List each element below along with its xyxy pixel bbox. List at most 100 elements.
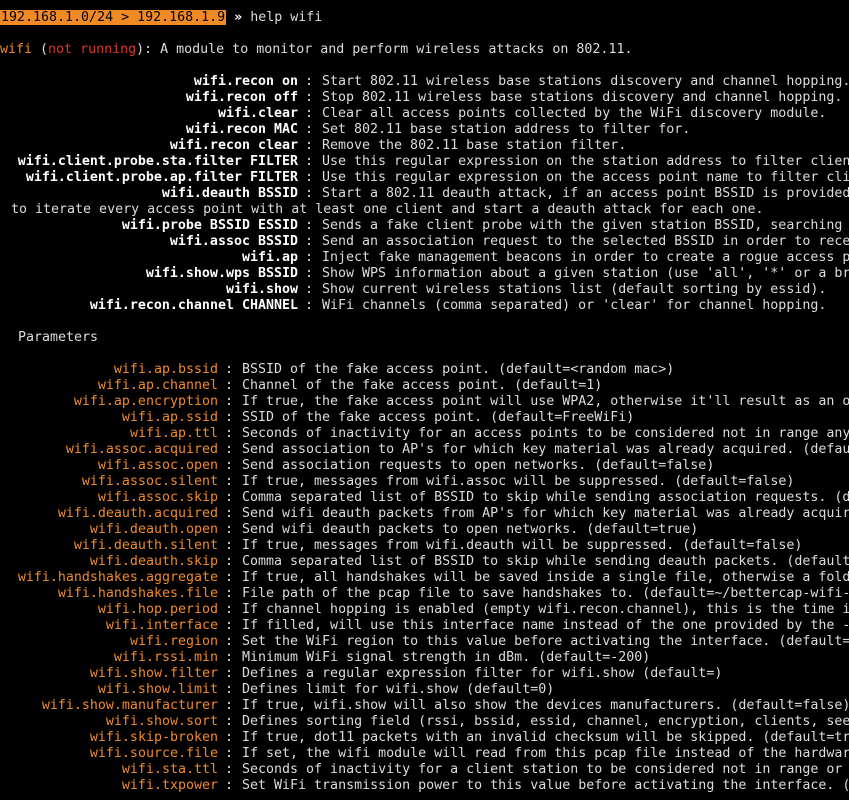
command-description: Use this regular expression on the stati…	[322, 154, 849, 169]
prompt-subnet-badge: 192.168.1.0/24 > 192.168.1.9	[0, 10, 227, 25]
parameter-row: wifi.show.filter: Defines a regular expre…	[0, 666, 849, 682]
parameter-row: wifi.ap.ttl: Seconds of inactivity for an…	[0, 426, 849, 442]
parameter-separator: :	[225, 570, 234, 585]
parameter-separator: :	[225, 538, 234, 553]
parameter-separator: :	[225, 586, 234, 601]
command-separator: :	[305, 154, 314, 169]
command-separator: :	[305, 282, 314, 297]
parameter-row: wifi.assoc.silent: If true, messages from…	[0, 474, 849, 490]
terminal-window[interactable]: 192.168.1.0/24 > 192.168.1.9 » help wifi…	[0, 0, 849, 800]
command-description: Set 802.11 base station address to filte…	[322, 122, 691, 137]
parameter-description: Send wifi deauth packets from AP's for w…	[242, 506, 849, 521]
parameter-description: Defines a regular expression filter for …	[242, 666, 723, 681]
parameter-row: wifi.assoc.skip: Comma separated list of …	[0, 490, 849, 506]
command-description: Start 802.11 wireless base stations disc…	[322, 74, 849, 89]
parameter-name: wifi.deauth.skip	[89, 554, 218, 569]
parameter-description: Defines sorting field (rssi, bssid, essi…	[242, 714, 849, 729]
parameter-name: wifi.ap.ttl	[129, 426, 218, 441]
parameter-row: wifi.assoc.open: Send association request…	[0, 458, 849, 474]
parameter-name: wifi.show.manufacturer	[41, 698, 218, 713]
command-separator: :	[305, 170, 314, 185]
parameter-row: wifi.assoc.acquired: Send association to …	[0, 442, 849, 458]
command-row: wifi.show.wps BSSID: Show WPS information…	[0, 266, 849, 282]
command-separator: :	[305, 218, 314, 233]
parameter-name: wifi.rssi.min	[113, 650, 218, 665]
command-name: wifi.assoc BSSID	[169, 234, 298, 249]
command-row: wifi.show: Show current wireless stations…	[0, 282, 849, 298]
parameter-description: Comma separated list of BSSID to skip wh…	[242, 490, 849, 505]
parameter-row: wifi.deauth.skip: Comma separated list of…	[0, 554, 849, 570]
command-description: Sends a fake client probe with the given…	[322, 218, 843, 233]
parameter-description: If true, messages from wifi.deauth will …	[242, 538, 803, 553]
parameter-description: Seconds of inactivity for an access poin…	[242, 426, 849, 441]
prompt-command: help wifi	[250, 10, 323, 25]
parameter-row: wifi.handshakes.aggregate: If true, all h…	[0, 570, 849, 586]
parameter-name: wifi.txpower	[121, 778, 218, 793]
parameter-name: wifi.deauth.open	[89, 522, 218, 537]
parameter-separator: :	[225, 618, 234, 633]
parameter-description: If true, wifi.show will also show the de…	[242, 698, 849, 713]
parameter-description: If set, the wifi module will read from t…	[242, 746, 849, 761]
command-separator: :	[305, 234, 314, 249]
parameter-name: wifi.assoc.acquired	[65, 442, 218, 457]
parameter-row: wifi.show.sort: Defines sorting field (rs…	[0, 714, 849, 730]
command-row: wifi.client.probe.sta.filter FILTER: Use …	[0, 154, 849, 170]
parameter-row: wifi.ap.encryption: If true, the fake acc…	[0, 394, 849, 410]
command-description: Show WPS information about a given stati…	[322, 266, 849, 281]
command-separator: :	[305, 106, 314, 121]
parameter-separator: :	[225, 426, 234, 441]
parameter-name: wifi.assoc.silent	[81, 474, 218, 489]
parameter-separator: :	[225, 362, 234, 377]
parameter-separator: :	[225, 554, 234, 569]
parameter-row: wifi.rssi.min: Minimum WiFi signal streng…	[0, 650, 849, 666]
prompt-arrow: »	[226, 10, 251, 25]
command-name: wifi.recon.channel CHANNEL	[89, 298, 298, 313]
command-description: Clear all access points collected by the…	[322, 106, 827, 121]
command-row: wifi.recon on: Start 802.11 wireless base…	[0, 74, 849, 90]
parameter-name: wifi.ap.bssid	[113, 362, 218, 377]
parameter-separator: :	[225, 522, 234, 537]
module-description: : A module to monitor and perform wirele…	[144, 42, 633, 57]
command-name: wifi.recon on	[193, 74, 298, 89]
command-description: Send an association request to the selec…	[322, 234, 849, 249]
module-status-line: wifi (not running): A module to monitor …	[0, 42, 633, 57]
parameter-row: wifi.show.manufacturer: If true, wifi.sho…	[0, 698, 849, 714]
parameter-description: Send association requests to open networ…	[242, 458, 715, 473]
parameter-separator: :	[225, 474, 234, 489]
parameter-name: wifi.region	[129, 634, 218, 649]
parameter-separator: :	[225, 394, 234, 409]
command-separator: :	[305, 122, 314, 137]
command-row: wifi.recon off: Stop 802.11 wireless base…	[0, 90, 849, 106]
parameter-row: wifi.source.file: If set, the wifi module…	[0, 746, 849, 762]
parameter-name: wifi.show.limit	[97, 682, 218, 697]
parameter-name: wifi.ap.encryption	[73, 394, 218, 409]
parameter-separator: :	[225, 650, 234, 665]
parameter-separator: :	[225, 634, 234, 649]
module-status: not running	[48, 42, 137, 57]
command-name: wifi.client.probe.ap.filter FILTER	[25, 170, 298, 185]
command-name: wifi.probe BSSID ESSID	[121, 218, 298, 233]
command-row: wifi.recon MAC: Set 802.11 base station a…	[0, 122, 849, 138]
command-description-continuation: to iterate every access point with at le…	[11, 202, 764, 217]
parameter-row: wifi.deauth.acquired: Send wifi deauth pa…	[0, 506, 849, 522]
parameter-name: wifi.ap.channel	[97, 378, 218, 393]
prompt-line: 192.168.1.0/24 > 192.168.1.9 » help wifi	[0, 10, 322, 26]
parameter-row: wifi.ap.ssid: SSID of the fake access poi…	[0, 410, 849, 426]
parameter-row: wifi.show.limit: Defines limit for wifi.s…	[0, 682, 849, 698]
parameter-separator: :	[225, 410, 234, 425]
parameter-description: If filled, will use this interface name …	[242, 618, 849, 633]
command-description: Inject fake management beacons in order …	[322, 250, 849, 265]
parameter-name: wifi.assoc.skip	[97, 490, 218, 505]
command-row: wifi.deauth BSSID: Start a 802.11 deauth …	[0, 186, 849, 202]
parameter-name: wifi.deauth.acquired	[57, 506, 218, 521]
parameter-description: SSID of the fake access point. (default=…	[242, 410, 635, 425]
parameter-separator: :	[225, 506, 234, 521]
parameter-description: Set the WiFi region to this value before…	[242, 634, 849, 649]
parameter-name: wifi.assoc.open	[97, 458, 218, 473]
parameter-separator: :	[225, 602, 234, 617]
parameter-separator: :	[225, 458, 234, 473]
parameter-name: wifi.hop.period	[97, 602, 218, 617]
parameter-row: wifi.deauth.silent: If true, messages fro…	[0, 538, 849, 554]
parameter-description: If true, dot11 packets with an invalid c…	[242, 730, 849, 745]
command-description: Stop 802.11 wireless base stations disco…	[322, 90, 843, 105]
